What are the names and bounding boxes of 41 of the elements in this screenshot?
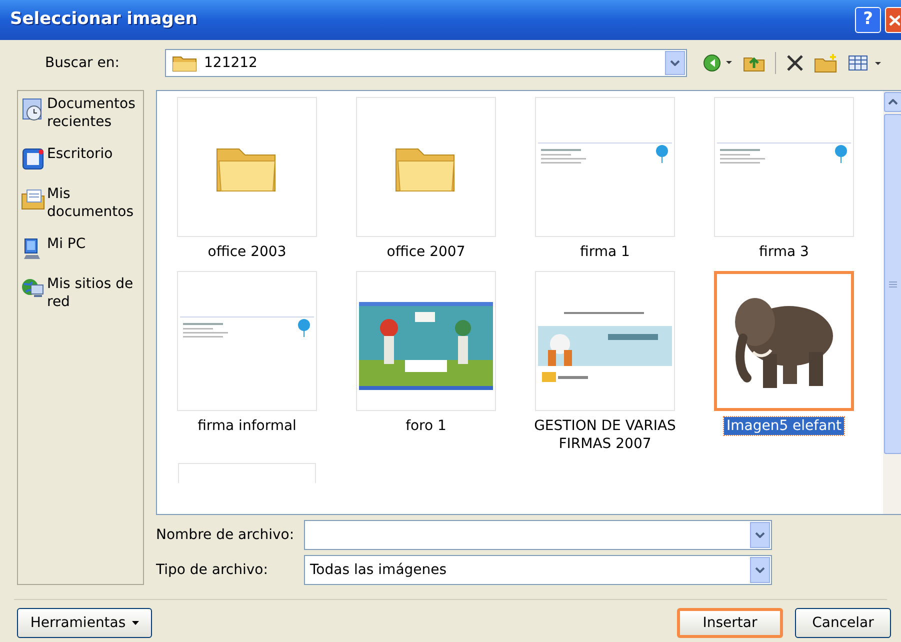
file-name: office 2003 xyxy=(206,243,288,261)
desktop-icon xyxy=(21,147,45,171)
folder-icon xyxy=(172,54,198,72)
tools-button[interactable]: Herramientas xyxy=(17,608,152,638)
delete-icon[interactable] xyxy=(786,54,804,72)
place-item[interactable]: Mis documentos xyxy=(47,185,143,221)
file-name-label: Nombre de archivo: xyxy=(156,526,296,544)
place-item[interactable]: Mis sitios de red xyxy=(47,275,143,311)
caret-up-icon xyxy=(888,99,898,105)
look-in-dropdown[interactable]: 121212 xyxy=(165,49,687,77)
scroll-up-button[interactable] xyxy=(884,92,901,112)
file-name-field[interactable] xyxy=(304,520,772,550)
caret-down-icon xyxy=(132,620,139,626)
file-name: office 2007 xyxy=(386,243,466,261)
look-in-label: Buscar en: xyxy=(45,54,120,72)
view-menu-icon[interactable] xyxy=(848,54,882,72)
help-button[interactable]: ? xyxy=(855,7,881,33)
cancel-button[interactable]: Cancelar xyxy=(795,608,891,638)
file-name: firma 1 xyxy=(579,243,631,261)
file-name: foro 1 xyxy=(404,417,448,435)
file-name: firma 3 xyxy=(758,243,810,261)
file-type-label: Tipo de archivo: xyxy=(156,560,269,580)
place-item[interactable]: Escritorio xyxy=(47,145,143,163)
window-title: Seleccionar imagen xyxy=(10,8,198,32)
place-item[interactable]: Documentos recientes xyxy=(47,95,143,131)
thumbnail-frame[interactable] xyxy=(178,463,316,483)
insert-button[interactable]: Insertar xyxy=(677,608,783,638)
file-type-dropdown[interactable]: Todas las imágenes xyxy=(304,555,772,585)
scroll-thumb[interactable] xyxy=(884,114,901,454)
file-name: firma informal xyxy=(196,417,298,435)
scrollbar[interactable] xyxy=(883,91,901,514)
folder-name: 121212 xyxy=(204,54,258,72)
file-name: Imagen5 elefant xyxy=(724,417,844,435)
close-icon xyxy=(888,13,900,27)
file-type-value: Todas las imágenes xyxy=(310,560,448,580)
place-item[interactable]: Mi PC xyxy=(47,235,143,253)
new-folder-icon[interactable] xyxy=(814,53,838,73)
folder-document-icon xyxy=(21,187,45,211)
file-name: GESTION DE VARIAS FIRMAS 2007 xyxy=(533,417,677,453)
back-icon[interactable] xyxy=(703,54,733,72)
close-button[interactable] xyxy=(885,7,901,33)
